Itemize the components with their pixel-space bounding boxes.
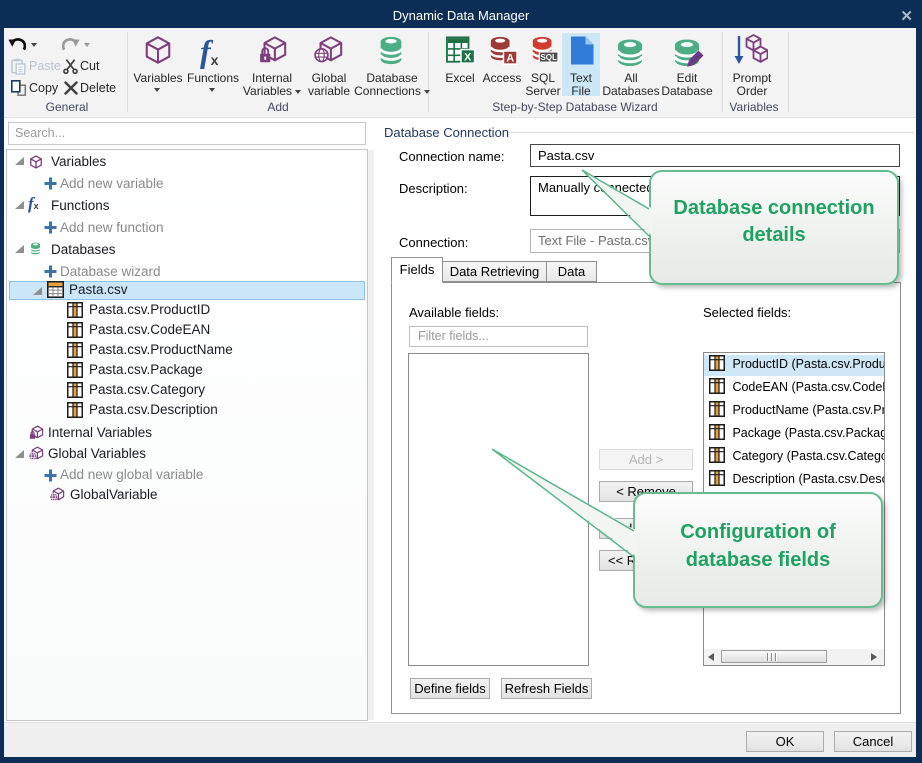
svg-text:X: X — [464, 51, 472, 63]
svg-text:SQL: SQL — [540, 53, 557, 62]
svg-text:A: A — [506, 53, 514, 65]
